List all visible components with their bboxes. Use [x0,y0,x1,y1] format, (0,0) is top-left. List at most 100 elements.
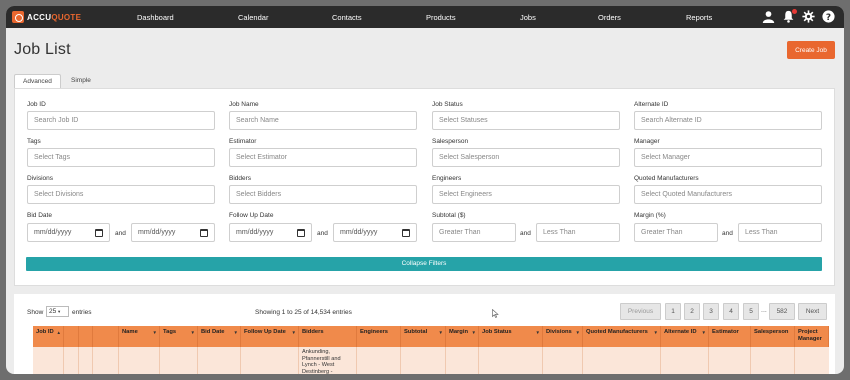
nav-jobs[interactable]: Jobs [520,13,536,22]
col-estimator[interactable]: Estimator [709,326,751,347]
col-job-id[interactable]: Job ID ▲ [33,326,64,347]
tab-simple[interactable]: Simple [63,74,99,88]
show-label: Show [27,309,44,316]
subtotal-max-input[interactable]: Less Than [536,223,620,242]
and-label: and [722,230,733,237]
estimator-select[interactable]: Select Estimator [229,148,417,167]
create-job-button[interactable]: Create Job [787,41,835,59]
notification-badge [792,9,797,14]
table-cell [583,347,661,374]
col-blank-3[interactable] [93,326,119,347]
nav-contacts[interactable]: Contacts [332,13,362,22]
margin-max-input[interactable]: Less Than [738,223,822,242]
salesperson-label: Salesperson [432,138,469,145]
pagination-page-4[interactable]: 4 [723,303,739,320]
bell-icon[interactable] [782,9,797,23]
job-id-input[interactable]: Search Job ID [27,111,215,130]
user-icon[interactable] [762,10,775,23]
tags-select[interactable]: Select Tags [27,148,215,167]
bidders-select[interactable]: Select Bidders [229,185,417,204]
col-project-manager[interactable]: Project Manager [795,326,829,347]
job-name-label: Job Name [229,101,259,108]
col-bidders[interactable]: Bidders [299,326,357,347]
table-cell [751,347,795,374]
table-cell [198,347,241,374]
table-cell [93,347,119,374]
margin-min-input[interactable]: Greater Than [634,223,718,242]
table-cell [709,347,751,374]
col-blank-1[interactable] [64,326,79,347]
sort-icon: ▼ [653,330,658,335]
nav-products[interactable]: Products [426,13,456,22]
logo-text: ACCUQUOTE [27,12,82,22]
collapse-filters-button[interactable]: Collapse Filters [26,257,822,271]
col-job-status[interactable]: Job Status ▼ [479,326,543,347]
pagination-next[interactable]: Next [798,303,827,320]
pagination-page-5[interactable]: 5 [743,303,759,320]
page-size-value: 25 [49,308,57,315]
col-margin[interactable]: Margin ▼ [446,326,479,347]
sort-icon: ▼ [438,330,443,335]
col-name[interactable]: Name ▼ [119,326,160,347]
sort-icon: ▲ [56,330,61,335]
page-size-select[interactable]: 25 ▾ [46,306,69,317]
app-logo[interactable]: ACCUQUOTE [12,10,81,24]
bid-date-label: Bid Date [27,212,52,219]
col-engineers[interactable]: Engineers [357,326,401,347]
job-id-label: Job ID [27,101,46,108]
pagination-page-3[interactable]: 3 [703,303,719,320]
table-cell [401,347,446,374]
calendar-icon[interactable] [200,228,208,237]
help-icon[interactable]: ? [822,10,835,23]
col-divisions[interactable]: Divisions ▼ [543,326,583,347]
table-cell [543,347,583,374]
col-subtotal[interactable]: Subtotal ▼ [401,326,446,347]
tags-label: Tags [27,138,41,145]
col-quoted-manufacturers[interactable]: Quoted Manufacturers ▼ [583,326,661,347]
calendar-icon[interactable] [95,228,103,237]
manager-label: Manager [634,138,660,145]
divisions-select[interactable]: Select Divisions [27,185,215,204]
nav-reports[interactable]: Reports [686,13,712,22]
col-blank-2[interactable] [79,326,93,347]
table-cell [33,347,64,374]
col-alternate-id[interactable]: Alternate ID ▼ [661,326,709,347]
pagination-previous[interactable]: Previous [620,303,661,320]
col-follow-up-date[interactable]: Follow Up Date ▼ [241,326,299,347]
subtotal-min-input[interactable]: Greater Than [432,223,516,242]
pagination-ellipsis: ... [761,307,767,314]
pagination-last-page[interactable]: 582 [769,303,795,320]
gear-icon[interactable] [802,10,815,23]
and-label: and [520,230,531,237]
bid-date-from-input[interactable]: mm/dd/yyyy [27,223,110,242]
table-cell [241,347,299,374]
calendar-icon[interactable] [402,228,410,237]
follow-up-from-input[interactable]: mm/dd/yyyy [229,223,312,242]
follow-up-to-input[interactable]: mm/dd/yyyy [333,223,417,242]
engineers-select[interactable]: Select Engineers [432,185,620,204]
pagination-page-2[interactable]: 2 [684,303,700,320]
quoted-manufacturers-select[interactable]: Select Quoted Manufacturers [634,185,822,204]
divisions-label: Divisions [27,175,54,182]
calendar-icon[interactable] [297,228,305,237]
salesperson-select[interactable]: Select Salesperson [432,148,620,167]
col-salesperson[interactable]: Salesperson [751,326,795,347]
alternate-id-input[interactable]: Search Alternate ID [634,111,822,130]
nav-orders[interactable]: Orders [598,13,621,22]
table-row[interactable]: Ankunding, Pfannerstill and Lynch - West… [33,347,829,374]
nav-dashboard[interactable]: Dashboard [137,13,174,22]
manager-select[interactable]: Select Manager [634,148,822,167]
pagination-page-1[interactable]: 1 [665,303,681,320]
job-status-select[interactable]: Select Statuses [432,111,620,130]
job-name-input[interactable]: Search Name [229,111,417,130]
col-tags[interactable]: Tags ▼ [160,326,198,347]
quoted-manufacturers-label: Quoted Manufacturers [634,175,699,182]
bid-date-to-input[interactable]: mm/dd/yyyy [131,223,215,242]
nav-calendar[interactable]: Calendar [238,13,268,22]
follow-up-from-value: mm/dd/yyyy [236,229,274,236]
col-bid-date[interactable]: Bid Date ▼ [198,326,241,347]
showing-summary: Showing 1 to 25 of 14,534 entries [255,309,352,316]
tab-advanced[interactable]: Advanced [14,74,61,89]
jobs-table-header: Job ID ▲ Name ▼ Tags ▼ Bid Date ▼ Follow Up … [33,326,829,347]
margin-label: Margin (%) [634,212,666,219]
